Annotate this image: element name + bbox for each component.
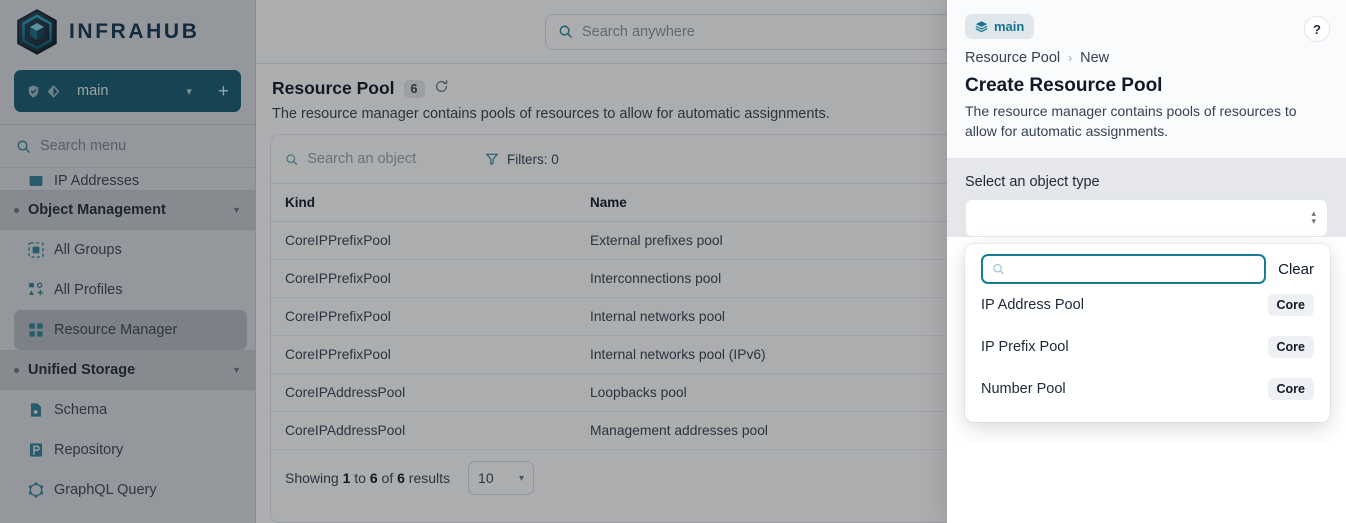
option-badge: Core — [1268, 294, 1314, 316]
listbox-option-ip-address-pool[interactable]: IP Address Pool Core — [965, 284, 1330, 326]
object-type-field-label: Select an object type — [965, 174, 1328, 190]
chevron-up-down-icon: ▴ ▾ — [1311, 211, 1316, 224]
listbox-search-input[interactable] — [1013, 261, 1255, 277]
object-type-select[interactable]: ▴ ▾ — [965, 199, 1328, 237]
breadcrumb-parent[interactable]: Resource Pool — [965, 50, 1060, 66]
listbox-search-row: Clear — [965, 254, 1330, 284]
search-icon — [992, 262, 1005, 276]
breadcrumb: Resource Pool › New — [965, 50, 1328, 66]
listbox-option-ip-prefix-pool[interactable]: IP Prefix Pool Core — [965, 326, 1330, 368]
listbox-search[interactable] — [981, 254, 1266, 284]
object-type-listbox: Clear IP Address Pool Core IP Prefix Poo… — [965, 244, 1330, 422]
breadcrumb-current: New — [1080, 50, 1109, 66]
drawer-description: The resource manager contains pools of r… — [965, 101, 1328, 142]
option-badge: Core — [1268, 336, 1314, 358]
breadcrumb-separator: › — [1068, 51, 1072, 65]
modal-dim-overlay[interactable] — [0, 0, 947, 523]
listbox-option-number-pool[interactable]: Number Pool Core — [965, 368, 1330, 410]
drawer-title: Create Resource Pool — [965, 75, 1328, 97]
help-button[interactable]: ? — [1304, 16, 1330, 42]
option-label: IP Prefix Pool — [981, 339, 1069, 355]
option-badge: Core — [1268, 378, 1314, 400]
clear-button[interactable]: Clear — [1278, 261, 1314, 278]
option-label: IP Address Pool — [981, 297, 1084, 313]
layers-icon — [975, 20, 988, 33]
drawer-branch-label: main — [994, 19, 1024, 34]
drawer-form: Select an object type ▴ ▾ — [947, 158, 1346, 237]
option-label: Number Pool — [981, 381, 1066, 397]
drawer-branch-chip[interactable]: main — [965, 14, 1034, 39]
drawer-header: main ? Resource Pool › New Create Resour… — [947, 0, 1346, 158]
chevron-down-glyph: ▾ — [1311, 219, 1316, 224]
